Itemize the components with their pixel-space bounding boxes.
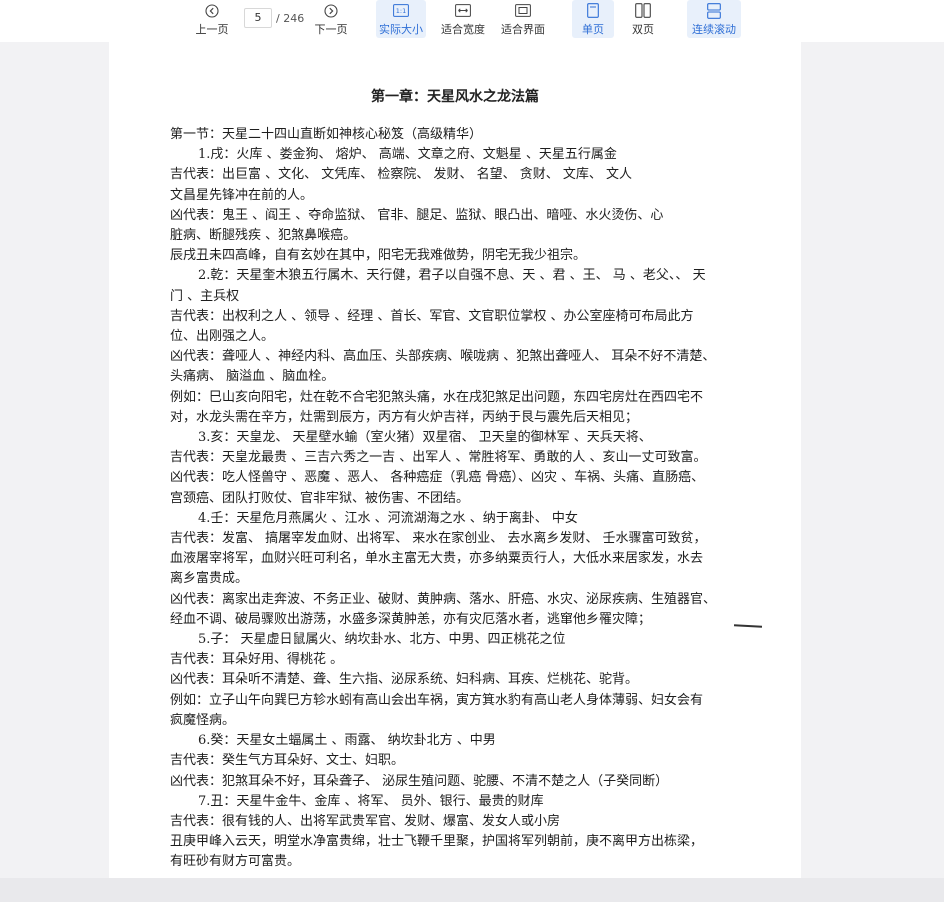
prev-page-button[interactable]: 上一页 <box>192 0 232 38</box>
text-line: 吉代表：很有钱的人、出将军武贵军官、发财、爆富、发女人或小房 <box>170 813 561 829</box>
text-line: 文昌星先锋冲在前的人。 <box>170 187 314 203</box>
actual-size-button[interactable]: 1:1 实际大小 <box>376 0 426 38</box>
text-line: 头痛病、 脑溢血 、脑血栓。 <box>170 369 335 385</box>
actual-size-icon-text: 1:1 <box>396 7 406 15</box>
fit-width-icon <box>455 1 471 20</box>
text-line: 离乡富贵成。 <box>170 571 249 587</box>
text-line: 4.壬：天星危月燕属火 、江水 、河流湖海之水 、纳于离卦、 中女 <box>198 510 578 526</box>
fit-width-label: 适合宽度 <box>441 23 485 36</box>
fit-page-icon <box>515 1 531 20</box>
text-line: 例如：立子山午向巽巳方轸水蚓有高山会出车祸，寅方箕水豹有高山老人身体薄弱、妇女会… <box>170 692 704 708</box>
text-line: 2.乾：天星奎木狼五行属木、天行健，君子以自强不息、天 、君 、王、 马 、老父… <box>198 268 706 284</box>
text-line: 宫颈癌、团队打败仗、官非牢狱、被伤害、不团结。 <box>170 490 470 506</box>
status-bar <box>0 878 944 902</box>
fit-page-label: 适合界面 <box>501 23 545 36</box>
text-line: 5.子： 天星虚日鼠属火、纳坎卦水、北方、中男、四正桃花之位 <box>198 632 566 648</box>
text-line: 1.戌：火库 、娄金狗、 熔炉、 高端、文章之府、文魁星 、天星五行属金 <box>198 147 617 163</box>
text-line: 吉代表：发富、 搞屠宰发血财、出将军、 来水在家创业、 去水离乡发财、 壬水骤富… <box>170 531 707 547</box>
text-line: 位、出刚强之人。 <box>170 329 275 345</box>
text-line: 吉代表：出权利之人 、领导 、经理 、首长、军官、文官职位掌权 、办公室座椅可布… <box>170 308 694 324</box>
text-line: 门 、主兵权 <box>170 288 240 304</box>
document-page: 第一章：天星风水之龙法篇 第一节：天星二十四山直断如神核心秘笈（高级精华） 1.… <box>109 42 801 878</box>
current-page-input[interactable]: 5 <box>244 8 272 28</box>
page-indicator: 5 / 246 <box>244 8 304 28</box>
viewer-toolbar: 上一页 5 / 246 下一页 1:1 实际大小 适合宽度 适合界面 单页 双页… <box>0 0 944 42</box>
text-line: 吉代表：天皇龙最贵 、三吉六秀之一吉 、出军人 、常胜将军、勇敢的人 、亥山一丈… <box>170 450 707 466</box>
text-line: 凶代表：离家出走奔波、不务正业、破财、黄肿病、落水、肝癌、水灾、泌尿疾病、生殖器… <box>170 591 717 607</box>
text-line: 丑庚甲峰入云天，明堂水净富贵绵，壮士飞鞭千里聚，护国将军列朝前，庚不离甲方出栋梁… <box>170 834 704 850</box>
double-page-button[interactable]: 双页 <box>622 0 664 38</box>
text-line: 吉代表：出巨富 、文化、 文凭库、 检察院、 发财、 名望、 贪财、 文库、 文… <box>170 167 633 183</box>
next-page-label: 下一页 <box>314 23 348 36</box>
text-line: 有旺砂有财方可富贵。 <box>170 854 301 870</box>
text-line: 吉代表：耳朵好用、得桃花 。 <box>170 652 344 668</box>
single-page-label: 单页 <box>582 23 604 36</box>
single-page-button[interactable]: 单页 <box>572 0 614 38</box>
text-line: 辰戌丑未四高峰，自有玄妙在其中，阳宅无我难做势，阴宅无我少祖宗。 <box>170 248 587 264</box>
text-line: 凶代表：耳朵听不清楚、聋、生六指、泌尿系统、妇科病、耳疾、烂桃花、驼背。 <box>170 672 639 688</box>
text-line: 6.癸：天星女土蝠属土 、雨露、 纳坎卦北方 、中男 <box>198 733 496 749</box>
fit-width-button[interactable]: 适合宽度 <box>438 0 488 38</box>
total-pages: / 246 <box>276 11 305 25</box>
text-line: 吉代表：癸生气方耳朵好、文士、妇职。 <box>170 753 405 769</box>
text-line: 凶代表：犯煞耳朵不好，耳朵聋子、 泌尿生殖问题、驼腰、不清不楚之人（子癸同断） <box>170 773 669 789</box>
chevron-right-circle-icon <box>324 1 338 20</box>
continuous-scroll-label: 连续滚动 <box>692 23 736 36</box>
text-line: 凶代表：鬼王 、阎王 、夺命监狱、 官非、腿足、监狱、眼凸出、暗哑、水火烫伤、心 <box>170 207 664 223</box>
text-line: 7.丑：天星牛金牛、金库 、将军、 员外、银行、最贵的财库 <box>198 793 544 809</box>
prev-page-label: 上一页 <box>195 23 229 36</box>
continuous-scroll-icon <box>707 1 721 20</box>
text-line: 凶代表：吃人怪兽守 、恶魔 、恶人、 各种癌症（乳癌 骨癌）、凶灾 、车祸、头痛… <box>170 470 705 486</box>
page-body: 第一节：天星二十四山直断如神核心秘笈（高级精华） 1.戌：火库 、娄金狗、 熔炉… <box>170 125 750 873</box>
text-line: 第一节：天星二十四山直断如神核心秘笈（高级精华） <box>170 127 483 142</box>
single-page-icon <box>587 1 599 20</box>
next-page-button[interactable]: 下一页 <box>311 0 351 38</box>
actual-size-label: 实际大小 <box>379 23 423 36</box>
fit-page-button[interactable]: 适合界面 <box>498 0 548 38</box>
text-line: 例如：巳山亥向阳宅，灶在乾不合宅犯煞头痛，水在戌犯煞足出问题，东四宅房灶在西四宅… <box>170 389 704 405</box>
continuous-scroll-button[interactable]: 连续滚动 <box>687 0 741 38</box>
text-line: 血液屠宰将军，血财兴旺可利名，单水主富无大贵，亦多纳粟贡行人，大低水来居家发，水… <box>170 551 704 567</box>
text-line: 经血不调、破局骤败出游荡，水盛多深黄肿恙，亦有灾厄落水者，逃窜他乡罹灾障； <box>170 611 652 627</box>
text-line: 3.亥：天皇龙、 天星壁水蝓（室火猪）双星宿、 卫天皇的御林军 、天兵天将、 <box>198 430 652 446</box>
text-line: 凶代表：聋哑人 、神经内科、高血压、头部疾病、喉咙病 、犯煞出聋哑人、 耳朵不好… <box>170 349 716 365</box>
actual-size-icon: 1:1 <box>393 1 409 20</box>
text-line: 对，水龙头需在辛方，灶需到辰方，丙方有火炉吉祥，丙纳于艮与震先后天相见； <box>170 409 639 425</box>
chapter-title: 第一章：天星风水之龙法篇 <box>371 89 539 105</box>
double-page-label: 双页 <box>632 23 654 36</box>
chevron-left-circle-icon <box>205 1 219 20</box>
text-line: 脏病、断腿残疾 、犯煞鼻喉癌。 <box>170 228 357 244</box>
double-page-icon <box>635 1 651 20</box>
text-line: 疯魔怪病。 <box>170 712 236 728</box>
